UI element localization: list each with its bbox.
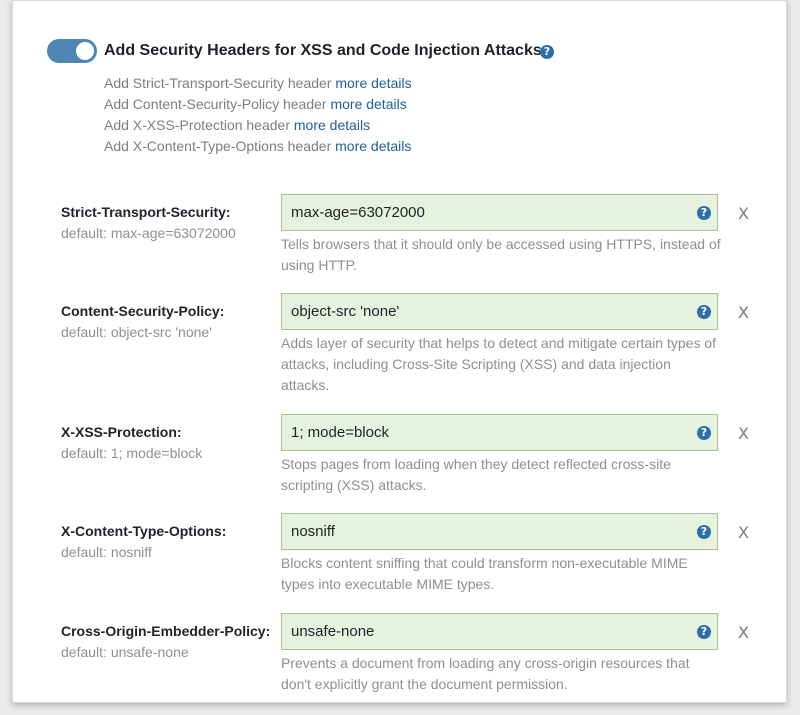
question-circle-icon[interactable]: ? <box>697 625 711 639</box>
detail-item: Add Content-Security-Policy header more … <box>104 94 412 115</box>
header-description: Stops pages from loading when they detec… <box>281 456 671 493</box>
header-description: Adds layer of security that helps to det… <box>281 335 717 393</box>
remove-header-button[interactable]: X <box>738 523 749 542</box>
question-circle-icon[interactable]: ? <box>697 305 711 319</box>
header-description: Tells browsers that it should only be ac… <box>281 236 721 273</box>
question-circle-icon[interactable]: ? <box>697 525 711 539</box>
header-default: default: max-age=63072000 <box>61 225 236 241</box>
header-name: Strict-Transport-Security: <box>61 204 231 220</box>
detail-text: Add Content-Security-Policy header <box>104 96 327 112</box>
header-name: X-XSS-Protection: <box>61 424 182 440</box>
question-circle-icon[interactable]: ? <box>697 206 711 220</box>
header-value: object-src 'none' <box>291 303 400 320</box>
more-details-link[interactable]: more details <box>335 75 411 91</box>
remove-header-button[interactable]: X <box>738 204 749 223</box>
header-value: nosniff <box>291 523 335 540</box>
header-value: max-age=63072000 <box>291 204 425 221</box>
detail-text: Add X-Content-Type-Options header <box>104 138 332 154</box>
header-value-input[interactable]: max-age=63072000 ? <box>281 194 718 231</box>
header-default: default: 1; mode=block <box>61 445 203 461</box>
question-circle-icon[interactable]: ? <box>540 45 554 59</box>
header-default: default: nosniff <box>61 544 152 560</box>
detail-text: Add Strict-Transport-Security header <box>104 75 332 91</box>
security-headers-toggle[interactable] <box>47 39 97 63</box>
header-value: 1; mode=block <box>291 424 389 441</box>
remove-header-button[interactable]: X <box>738 424 749 443</box>
header-value-input[interactable]: unsafe-none ? <box>281 613 718 650</box>
remove-header-button[interactable]: X <box>738 303 749 322</box>
question-circle-icon[interactable]: ? <box>697 426 711 440</box>
more-details-link[interactable]: more details <box>330 96 406 112</box>
toggle-knob <box>76 42 94 60</box>
remove-header-button[interactable]: X <box>738 623 749 642</box>
more-details-link[interactable]: more details <box>335 138 411 154</box>
header-value-input[interactable]: object-src 'none' ? <box>281 293 718 330</box>
section-title: Add Security Headers for XSS and Code In… <box>104 42 542 59</box>
header-name: X-Content-Type-Options: <box>61 523 227 539</box>
header-value-input[interactable]: nosniff ? <box>281 513 718 550</box>
header-default: default: object-src 'none' <box>61 324 212 340</box>
detail-item: Add Strict-Transport-Security header mor… <box>104 73 412 94</box>
header-value: unsafe-none <box>291 623 375 640</box>
header-description: Blocks content sniffing that could trans… <box>281 555 688 592</box>
header-description: Prevents a document from loading any cro… <box>281 655 690 692</box>
header-name: Content-Security-Policy: <box>61 303 225 319</box>
settings-card: Add Security Headers for XSS and Code In… <box>12 0 787 703</box>
more-details-link[interactable]: more details <box>294 117 370 133</box>
header-name: Cross-Origin-Embedder-Policy: <box>61 623 271 639</box>
detail-item: Add X-XSS-Protection header more details <box>104 115 412 136</box>
detail-text: Add X-XSS-Protection header <box>104 117 290 133</box>
header-details-list: Add Strict-Transport-Security header mor… <box>104 73 412 157</box>
header-default: default: unsafe-none <box>61 644 189 660</box>
detail-item: Add X-Content-Type-Options header more d… <box>104 136 412 157</box>
header-value-input[interactable]: 1; mode=block ? <box>281 414 718 451</box>
